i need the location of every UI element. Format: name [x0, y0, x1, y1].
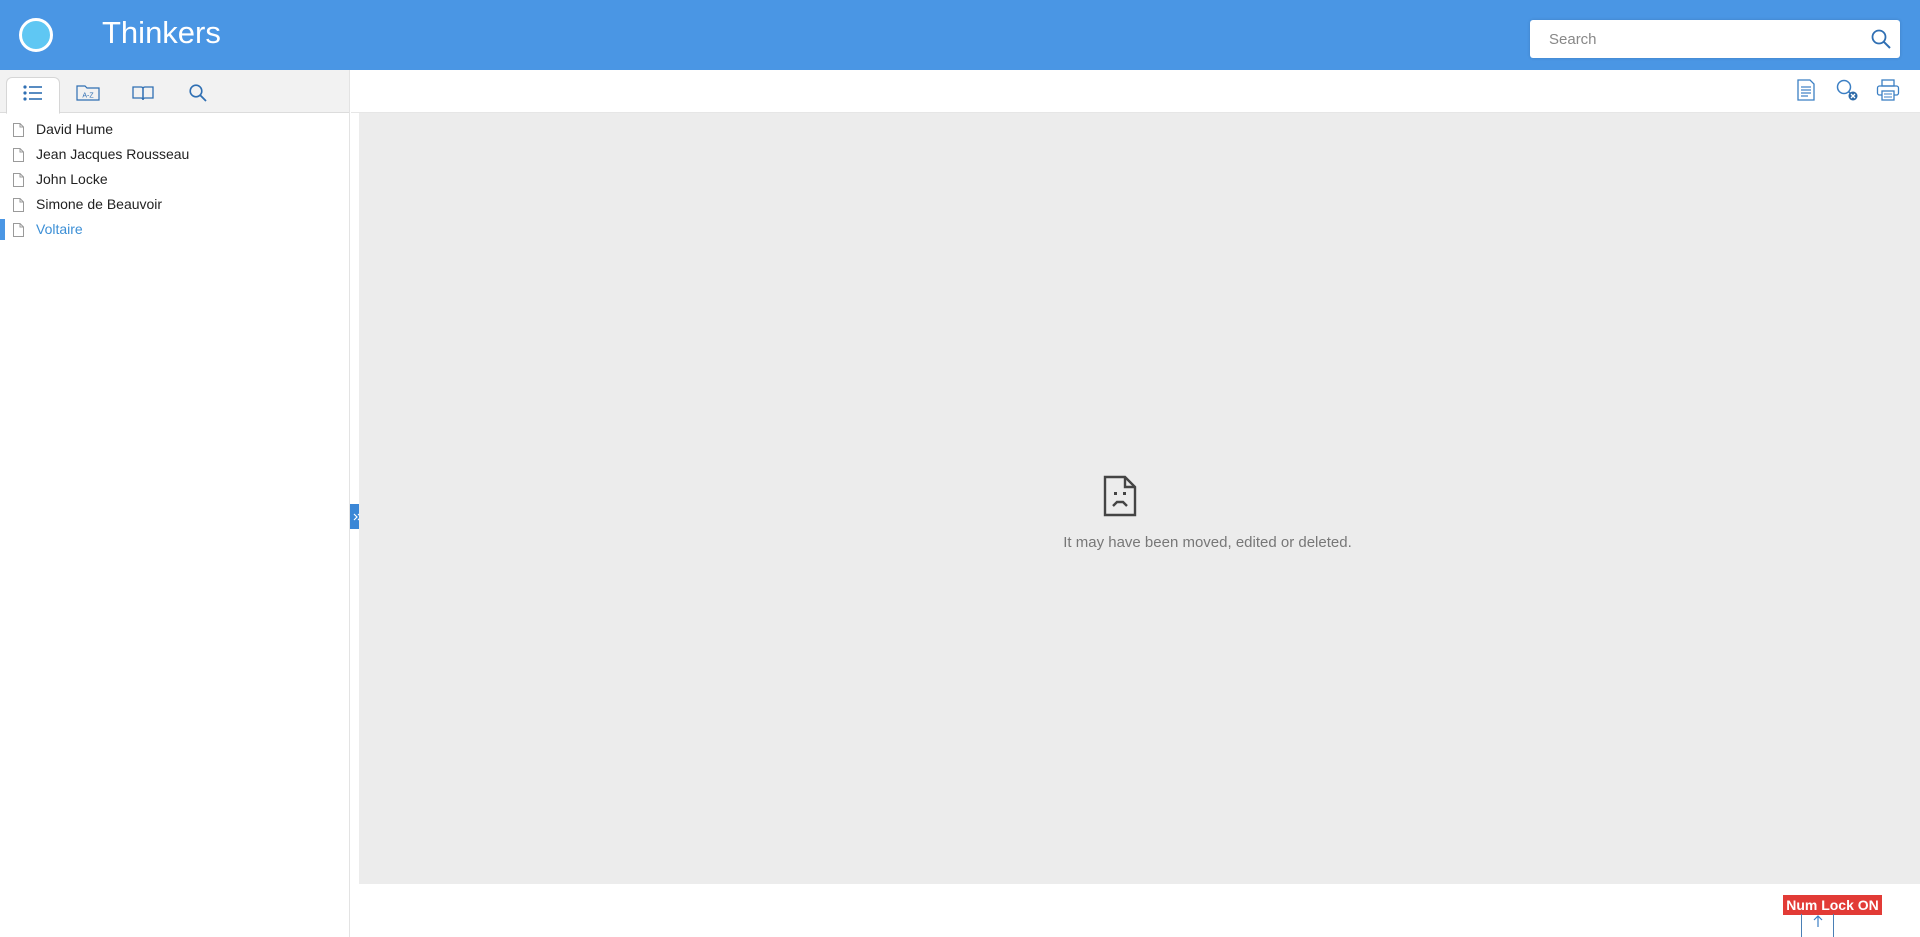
tab-index[interactable]: A-Z	[61, 77, 115, 113]
search-input[interactable]	[1530, 20, 1860, 58]
search-icon	[188, 83, 208, 108]
top-header: Thinkers	[0, 0, 1920, 70]
print-button[interactable]	[1875, 78, 1901, 106]
clear-search-icon	[1835, 78, 1859, 107]
document-text-icon	[1796, 78, 1816, 106]
svg-text:A-Z: A-Z	[82, 92, 94, 99]
topic-doc-button[interactable]	[1793, 78, 1819, 106]
search-icon[interactable]	[1870, 28, 1892, 50]
tab-contents[interactable]	[6, 77, 60, 114]
tree-item-selected[interactable]: Voltaire	[0, 217, 349, 242]
tree-item[interactable]: Simone de Beauvoir	[0, 192, 349, 217]
app-title: Thinkers	[102, 15, 221, 50]
arrow-up-icon	[1812, 914, 1824, 933]
tree-item-label: Simone de Beauvoir	[36, 196, 163, 212]
tree-item[interactable]: John Locke	[0, 167, 349, 192]
scroll-to-top-button[interactable]	[1801, 914, 1834, 937]
topic-content-area: It may have been moved, edited or delete…	[359, 113, 1920, 884]
tree-item-label: John Locke	[36, 171, 108, 187]
contents-tree: David Hume Jean Jacques Rousseau John Lo…	[0, 117, 349, 242]
sidebar-tabbar: A-Z	[0, 70, 349, 114]
clear-highlights-button[interactable]	[1834, 79, 1860, 105]
navigation-sidebar: A-Z David Hume Jean Jacques Rousseau Joh…	[0, 70, 350, 937]
circle-logo-icon[interactable]	[19, 18, 53, 52]
document-icon	[13, 198, 24, 212]
tab-search[interactable]	[171, 77, 225, 113]
list-icon	[23, 85, 43, 106]
document-icon	[13, 223, 24, 237]
tree-item[interactable]: David Hume	[0, 117, 349, 142]
tab-glossary[interactable]	[116, 77, 170, 113]
tree-item-label: Voltaire	[36, 221, 83, 237]
numlock-indicator: Num Lock ON	[1783, 895, 1882, 915]
topic-toolbar	[351, 70, 1920, 113]
search-box	[1530, 20, 1900, 58]
print-icon	[1876, 78, 1900, 106]
broken-document-icon	[1103, 475, 1137, 517]
book-icon	[132, 85, 154, 106]
document-icon	[13, 148, 24, 162]
error-message: It may have been moved, edited or delete…	[1063, 534, 1352, 551]
tree-item[interactable]: Jean Jacques Rousseau	[0, 142, 349, 167]
a-z-icon: A-Z	[76, 84, 100, 106]
tree-item-label: David Hume	[36, 121, 114, 137]
tree-item-label: Jean Jacques Rousseau	[36, 146, 190, 162]
document-icon	[13, 123, 24, 137]
document-icon	[13, 173, 24, 187]
